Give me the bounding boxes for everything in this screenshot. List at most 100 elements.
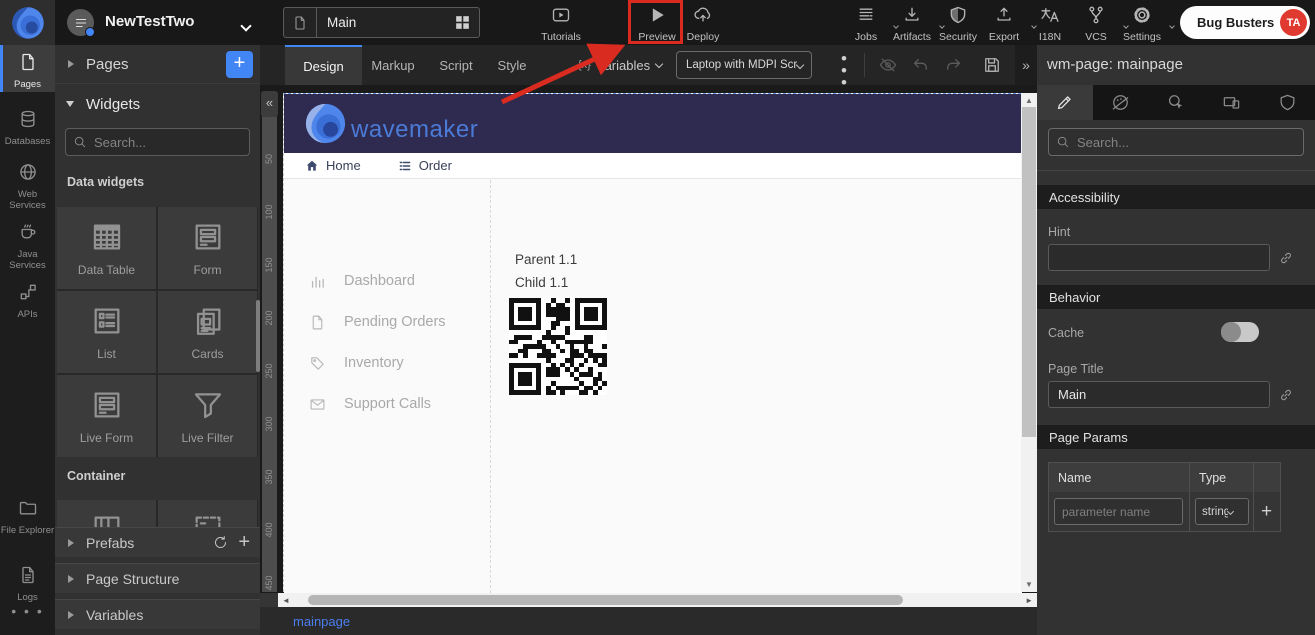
tab-styles[interactable] bbox=[1093, 85, 1149, 120]
expand-panel-button[interactable]: » bbox=[1015, 45, 1037, 85]
child-label-widget[interactable]: Child 1.1 bbox=[515, 275, 568, 290]
canvas-brand-logo[interactable]: wavemaker bbox=[302, 100, 478, 147]
menu-item-support-calls[interactable]: Support Calls bbox=[284, 394, 491, 414]
pages-grid-icon[interactable] bbox=[453, 13, 472, 32]
refresh-icon[interactable] bbox=[213, 535, 228, 550]
canvas-more-menu[interactable]: ••• bbox=[838, 53, 850, 89]
scroll-up-arrow[interactable]: ▲ bbox=[1021, 96, 1037, 105]
scrollbar-corner bbox=[260, 593, 278, 607]
nav-order[interactable]: Order bbox=[398, 158, 452, 173]
rail-item-pages[interactable]: Pages bbox=[0, 45, 55, 92]
tab-events[interactable] bbox=[1148, 85, 1204, 120]
cache-toggle[interactable] bbox=[1221, 322, 1259, 342]
project-chevron-down-icon[interactable] bbox=[242, 17, 250, 35]
tab-properties[interactable] bbox=[1037, 85, 1093, 120]
rail-more-button[interactable]: • • • bbox=[0, 603, 55, 619]
redo-icon[interactable] bbox=[944, 55, 964, 75]
add-page-button[interactable]: + bbox=[226, 51, 253, 78]
rail-item-databases[interactable]: Databases bbox=[0, 102, 55, 147]
rail-item-java-services[interactable]: Java Services bbox=[0, 215, 55, 267]
collapse-left-panel-button[interactable]: « bbox=[261, 91, 278, 117]
widget-tile-data-table[interactable]: Data Table bbox=[57, 207, 156, 289]
param-type-select[interactable]: string bbox=[1195, 498, 1249, 525]
add-prefab-button[interactable]: + bbox=[238, 535, 250, 550]
widget-tile-partial[interactable] bbox=[57, 500, 156, 527]
tab-script[interactable]: Script bbox=[430, 45, 482, 85]
property-search[interactable] bbox=[1048, 128, 1304, 156]
scroll-left-arrow[interactable]: ◄ bbox=[282, 596, 290, 605]
save-icon[interactable] bbox=[982, 55, 1002, 75]
tab-markup[interactable]: Markup bbox=[362, 45, 424, 85]
avatar[interactable]: TA bbox=[1280, 9, 1307, 36]
accessibility-section-header[interactable]: Accessibility bbox=[1037, 185, 1315, 209]
bind-link-icon[interactable] bbox=[1278, 387, 1294, 403]
canvas-page-header[interactable]: wavemaker bbox=[284, 94, 1022, 153]
widget-tile-form[interactable]: Form bbox=[158, 207, 257, 289]
hide-widgets-eye-off-icon[interactable] bbox=[878, 55, 898, 75]
scroll-right-arrow[interactable]: ► bbox=[1025, 596, 1033, 605]
scroll-down-arrow[interactable]: ▼ bbox=[1021, 580, 1037, 589]
horizontal-scroll-thumb[interactable] bbox=[308, 595, 903, 605]
tab-design[interactable]: Design bbox=[285, 45, 362, 85]
param-name-input[interactable] bbox=[1054, 498, 1183, 525]
section-title: Behavior bbox=[1049, 290, 1100, 305]
add-param-button[interactable]: + bbox=[1254, 492, 1279, 531]
tutorials-button[interactable]: Tutorials bbox=[533, 4, 589, 44]
canvas-toolbar: Design Markup Script Style {x} Variables… bbox=[260, 45, 1037, 85]
project-icon[interactable] bbox=[67, 9, 94, 36]
pages-panel-header[interactable]: Pages + bbox=[55, 45, 260, 84]
prefabs-panel-header[interactable]: Prefabs + bbox=[55, 527, 260, 557]
widget-tile-label: Live Form bbox=[57, 431, 156, 445]
canvas-vertical-scrollbar[interactable]: ▲ ▼ bbox=[1021, 93, 1037, 592]
ruler-tick: 450 bbox=[264, 558, 274, 592]
undo-icon[interactable] bbox=[910, 55, 930, 75]
menu-item-pending-orders[interactable]: Pending Orders bbox=[284, 312, 491, 332]
open-page-tab[interactable]: mainpage bbox=[293, 614, 350, 629]
properties-panel-tabs bbox=[1037, 85, 1315, 120]
tab-devices[interactable] bbox=[1204, 85, 1260, 120]
widget-tile-partial[interactable] bbox=[158, 500, 257, 527]
bind-link-icon[interactable] bbox=[1278, 250, 1294, 266]
variables-expand-arrow-icon bbox=[68, 611, 74, 619]
page-title-input[interactable] bbox=[1048, 381, 1270, 408]
menu-item-dashboard[interactable]: Dashboard bbox=[284, 271, 491, 291]
variables-dropdown[interactable]: {x} Variables bbox=[578, 45, 662, 85]
design-canvas-page[interactable]: wavemaker Home Order Dashboard bbox=[283, 93, 1021, 592]
widget-tile-live-form[interactable]: Live Form bbox=[57, 375, 156, 457]
hint-input[interactable] bbox=[1048, 244, 1270, 271]
team-button[interactable]: Bug Busters TA bbox=[1180, 6, 1310, 39]
qr-code[interactable] bbox=[509, 298, 607, 395]
widget-tile-cards[interactable]: Cards bbox=[158, 291, 257, 373]
tab-security[interactable] bbox=[1259, 85, 1315, 120]
settings-label: Settings bbox=[1114, 31, 1170, 43]
rail-item-file-explorer[interactable]: File Explorer bbox=[0, 491, 55, 543]
page-selector[interactable]: Main bbox=[283, 7, 480, 38]
widget-tile-list[interactable]: List bbox=[57, 291, 156, 373]
rail-item-apis[interactable]: APIs bbox=[0, 275, 55, 320]
page-structure-panel-header[interactable]: Page Structure bbox=[55, 563, 260, 593]
menu-item-inventory[interactable]: Inventory bbox=[284, 353, 491, 373]
project-name[interactable]: NewTestTwo bbox=[105, 13, 194, 30]
device-selector[interactable]: Laptop with MDPI Screen bbox=[676, 51, 812, 79]
settings-button[interactable]: Settings bbox=[1114, 4, 1170, 44]
behavior-section-header[interactable]: Behavior bbox=[1037, 285, 1315, 309]
widget-tile-live-filter[interactable]: Live Filter bbox=[158, 375, 257, 457]
parent-label-widget[interactable]: Parent 1.1 bbox=[515, 252, 577, 267]
rail-item-web-services[interactable]: Web Services bbox=[0, 155, 55, 207]
nav-home[interactable]: Home bbox=[305, 158, 361, 173]
deploy-button[interactable]: Deploy bbox=[675, 4, 731, 44]
widgets-panel-header[interactable]: Widgets bbox=[55, 84, 260, 124]
widget-search-input[interactable] bbox=[94, 135, 244, 150]
tab-style[interactable]: Style bbox=[488, 45, 536, 85]
canvas-horizontal-scrollbar[interactable]: ◄ ► bbox=[278, 593, 1037, 607]
vertical-scroll-thumb[interactable] bbox=[1022, 107, 1036, 437]
hint-label: Hint bbox=[1048, 225, 1070, 239]
widget-search[interactable] bbox=[65, 128, 250, 156]
ruler-tick: 250 bbox=[264, 346, 274, 396]
wavemaker-logo[interactable] bbox=[0, 0, 55, 45]
variables-panel-header[interactable]: Variables bbox=[55, 599, 260, 629]
pencil-icon bbox=[1055, 93, 1074, 112]
rail-item-logs[interactable]: Logs bbox=[0, 558, 55, 603]
page-params-section-header[interactable]: Page Params bbox=[1037, 425, 1315, 449]
property-search-input[interactable] bbox=[1077, 135, 1287, 150]
